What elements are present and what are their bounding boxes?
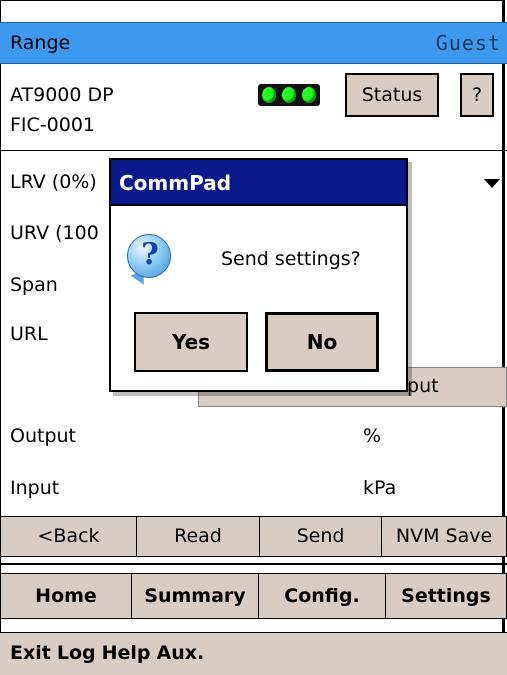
device-info: AT9000 DP FIC-0001 — [10, 80, 114, 140]
menu-log[interactable]: Log — [57, 642, 96, 664]
device-tag: FIC-0001 — [10, 114, 96, 136]
tab-config[interactable]: Config. — [258, 573, 386, 619]
confirm-dialog: CommPad ? Send settings? Yes No — [109, 158, 408, 392]
menu-exit[interactable]: Exit — [10, 642, 51, 664]
toolbar-divider — [0, 563, 507, 565]
dialog-message: Send settings? — [221, 248, 361, 270]
lrv-label: LRV (0%) — [10, 171, 97, 193]
menu-bar: Exit Log Help Aux. — [0, 632, 507, 675]
back-button[interactable]: <Back — [0, 516, 137, 557]
led-2-icon — [282, 87, 296, 103]
device-model: AT9000 DP — [10, 84, 114, 106]
span-label: Span — [10, 274, 58, 296]
send-button[interactable]: Send — [259, 516, 382, 557]
help-button[interactable]: ? — [460, 73, 494, 117]
title-bar: Range Guest — [0, 22, 507, 64]
user-label: Guest — [435, 31, 501, 55]
led-3-icon — [302, 87, 316, 103]
read-button[interactable]: Read — [136, 516, 260, 557]
action-toolbar: <Back Read Send NVM Save — [0, 516, 507, 557]
dialog-title: CommPad — [111, 160, 406, 206]
yes-button[interactable]: Yes — [134, 312, 248, 372]
input-label: Input — [10, 477, 60, 499]
status-button[interactable]: Status — [345, 73, 439, 117]
menu-help[interactable]: Help — [102, 642, 151, 664]
tab-home[interactable]: Home — [0, 573, 132, 619]
output-unit: % — [363, 425, 382, 447]
tab-summary[interactable]: Summary — [131, 573, 259, 619]
nvm-save-button[interactable]: NVM Save — [381, 516, 507, 557]
tab-settings[interactable]: Settings — [385, 573, 507, 619]
menu-aux[interactable]: Aux. — [157, 642, 205, 664]
chevron-down-icon[interactable] — [484, 179, 500, 188]
input-unit: kPa — [363, 477, 397, 499]
question-icon: ? — [127, 234, 171, 278]
url-label: URL — [10, 323, 48, 345]
no-button[interactable]: No — [265, 312, 379, 372]
header-divider — [0, 150, 507, 151]
communication-leds-icon — [258, 84, 320, 106]
led-1-icon — [262, 87, 276, 103]
screen-title: Range — [10, 32, 71, 54]
urv-label: URV (100 — [10, 222, 99, 244]
output-label: Output — [10, 425, 76, 447]
